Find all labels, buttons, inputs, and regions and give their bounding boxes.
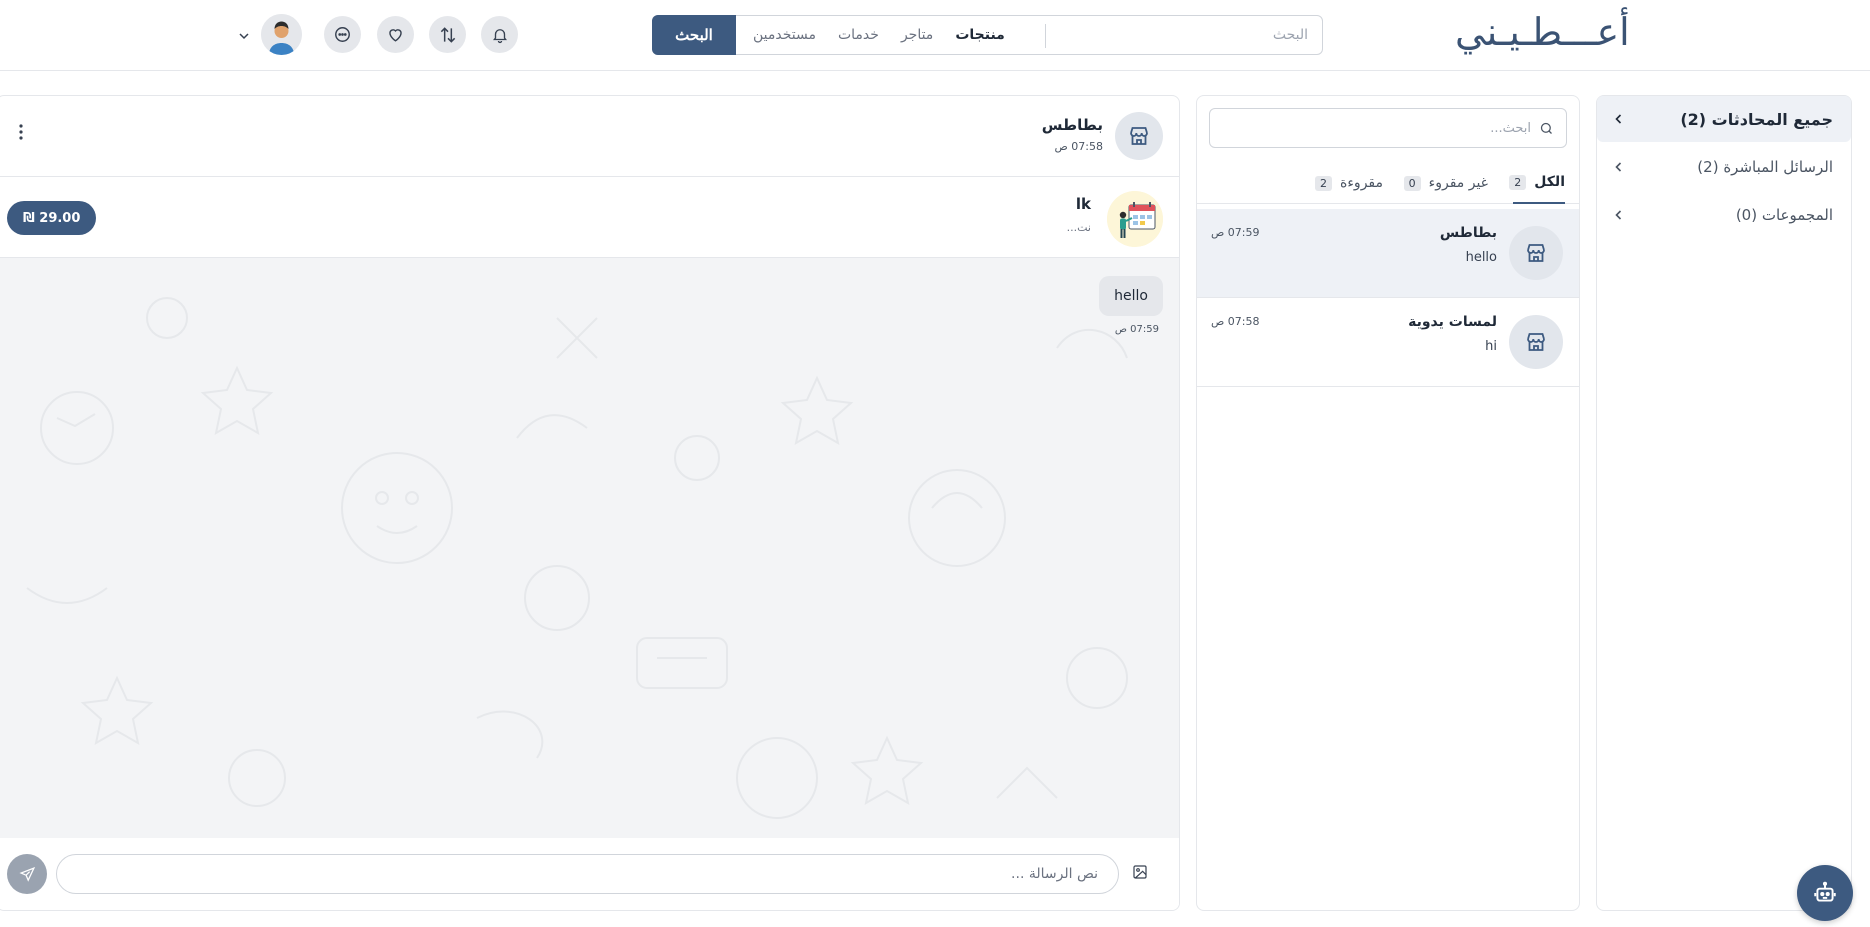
chevron-left-icon (1615, 114, 1622, 124)
store-icon (1527, 333, 1545, 351)
site-logo[interactable]: أعـــطـيـني (1455, 10, 1630, 54)
swap-button[interactable] (429, 16, 466, 53)
sidebar-item-all-conversations[interactable]: جميع المحادثات (2) (1597, 96, 1851, 142)
conversation-name: بطاطس (1439, 225, 1497, 241)
conversation-search-input[interactable] (1222, 120, 1531, 136)
category-tab-users[interactable]: مستخدمين (753, 27, 816, 43)
tab-unread-count: 0 (1403, 175, 1421, 191)
tab-read-count: 2 (1315, 175, 1333, 191)
category-tab-stores[interactable]: متاجر (901, 27, 933, 43)
store-icon (1130, 127, 1148, 145)
message-composer (0, 838, 1179, 910)
user-avatar-icon (261, 14, 302, 55)
conversation-list-panel: الكل 2 غير مقروء 0 مقروءة 2 بطاطس hello … (1196, 95, 1580, 911)
conversation-search (1209, 108, 1567, 148)
user-menu-toggle[interactable] (238, 27, 250, 46)
chat-background-doodle-pattern (26, 297, 1128, 819)
notifications-button[interactable] (481, 16, 518, 53)
tab-unread[interactable]: غير مقروء 0 (1403, 162, 1488, 204)
conversation-filter-tabs: الكل 2 غير مقروء 0 مقروءة 2 (1197, 162, 1579, 204)
heart-icon (389, 29, 402, 42)
search-button[interactable]: البحث (652, 15, 736, 55)
tab-unread-label: غير مقروء (1428, 175, 1488, 191)
top-header: أعـــطـيـني منتجات متاجر خدمات مستخدمين … (0, 0, 1870, 71)
global-search-bar: منتجات متاجر خدمات مستخدمين البحث (652, 15, 1323, 55)
chat-contact-time: 07:58 ص (1054, 140, 1104, 153)
chat-options-button[interactable] (19, 124, 23, 144)
chat-header: بطاطس 07:58 ص (0, 96, 1179, 177)
message-bubble: hello (1099, 276, 1163, 316)
tab-all-count: 2 (1509, 174, 1527, 190)
search-icon (1540, 122, 1552, 134)
attach-image-button[interactable] (1132, 864, 1148, 884)
user-avatar[interactable] (261, 14, 302, 55)
product-image[interactable] (1107, 191, 1163, 247)
tab-all-label: الكل (1534, 174, 1565, 190)
message-time: 07:59 ص (1114, 324, 1159, 335)
conversation-last-message: hi (1485, 339, 1497, 354)
price-badge[interactable]: ₪ 29.00 (7, 201, 97, 235)
global-search-field-wrap (1048, 16, 1308, 54)
chatbot-button[interactable] (1797, 865, 1853, 921)
chevron-left-icon (1615, 162, 1622, 172)
sidebar-item-label: جميع المحادثات (2) (1680, 109, 1833, 129)
tab-read-label: مقروءة (1340, 175, 1383, 191)
conversation-item[interactable]: لمسات يدوية hi 07:58 ص (1197, 298, 1579, 387)
chat-messages-area: hello 07:59 ص (0, 258, 1179, 838)
conversation-name: لمسات يدوية (1408, 314, 1497, 330)
send-icon (18, 866, 35, 882)
chat-contact-name: بطاطس (1041, 116, 1103, 134)
chevron-down-icon (239, 33, 249, 40)
product-calendar-illustration (1107, 191, 1163, 247)
kebab-menu-icon (19, 124, 23, 140)
chevron-left-icon (1615, 210, 1622, 220)
sidebar-item-label: الرسائل المباشرة (2) (1697, 158, 1833, 176)
category-tab-products[interactable]: منتجات (955, 27, 1005, 43)
message-input-wrap (56, 854, 1119, 894)
store-avatar (1509, 315, 1563, 369)
product-subtitle: نت... (1066, 221, 1091, 234)
message-input[interactable] (77, 866, 1098, 882)
product-name: lk (1075, 195, 1091, 213)
sidebar-item-groups[interactable]: المجموعات (0) (1597, 192, 1851, 238)
global-search-input[interactable] (1048, 27, 1308, 43)
category-tab-services[interactable]: خدمات (838, 27, 879, 43)
sidebar-item-label: المجموعات (0) (1735, 206, 1833, 224)
image-icon (1133, 865, 1147, 879)
chat-bubble-icon (335, 27, 350, 42)
conversation-item[interactable]: بطاطس hello 07:59 ص (1197, 209, 1579, 298)
send-button[interactable] (7, 854, 47, 894)
search-divider (1045, 24, 1046, 48)
swap-icon (440, 26, 455, 43)
conversation-categories-panel: جميع المحادثات (2) الرسائل المباشرة (2) … (1596, 95, 1852, 911)
sidebar-item-direct-messages[interactable]: الرسائل المباشرة (2) (1597, 144, 1851, 190)
conversation-time: 07:58 ص (1211, 315, 1260, 328)
conversation-time: 07:59 ص (1211, 226, 1260, 239)
tab-read[interactable]: مقروءة 2 (1315, 162, 1383, 204)
chat-panel: بطاطس 07:58 ص lk نت... ₪ 29.00 hello 07:… (0, 95, 1180, 911)
robot-icon (1814, 881, 1836, 902)
store-icon (1527, 244, 1545, 262)
messages-button[interactable] (324, 16, 361, 53)
chat-product-bar: lk نت... ₪ 29.00 (0, 177, 1179, 258)
search-category-tabs: منتجات متاجر خدمات مستخدمين (753, 16, 1005, 54)
bell-icon (492, 28, 507, 43)
favorites-button[interactable] (377, 16, 414, 53)
store-avatar[interactable] (1115, 112, 1163, 160)
store-avatar (1509, 226, 1563, 280)
conversation-last-message: hello (1465, 250, 1497, 265)
tab-all[interactable]: الكل 2 (1509, 162, 1565, 204)
